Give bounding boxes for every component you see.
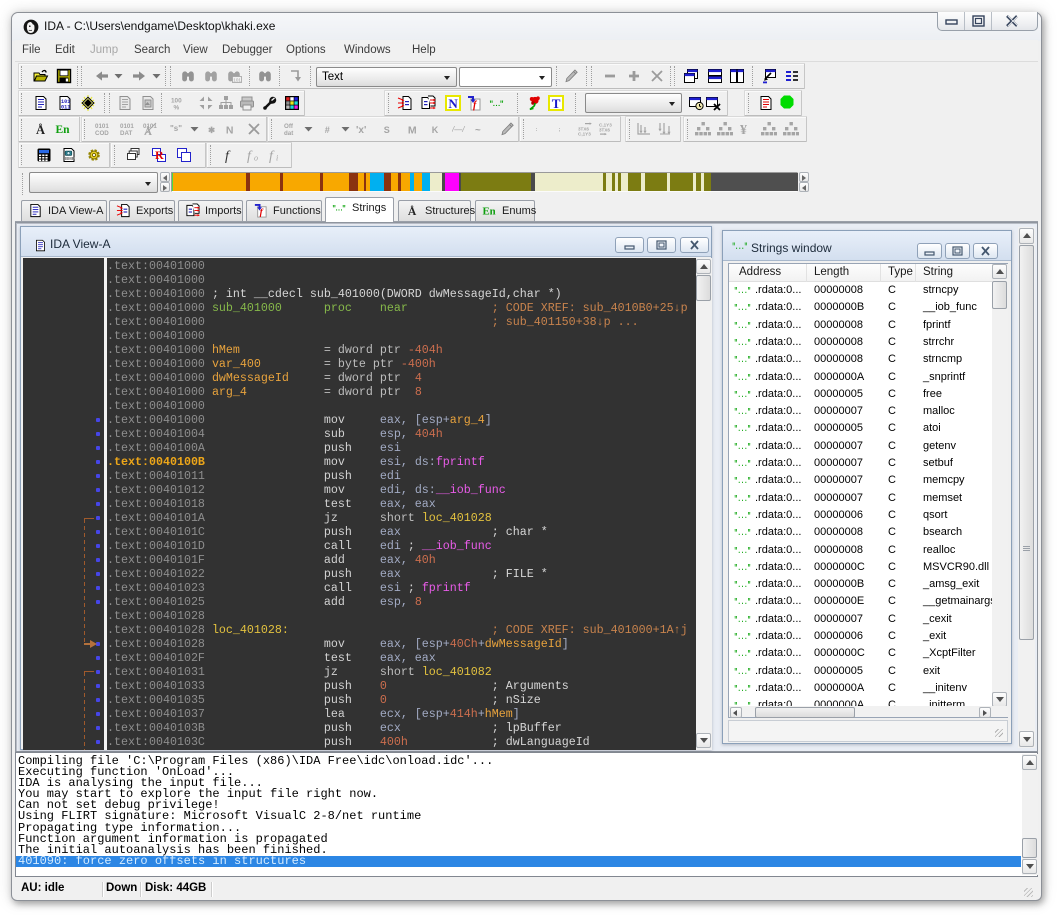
svg-text:%: % (174, 105, 180, 112)
svg-text:0101: 0101 (95, 123, 109, 130)
svg-text:/—/: /—/ (452, 125, 465, 134)
svg-text:N: N (448, 96, 458, 111)
svg-text:#: # (325, 125, 330, 135)
svg-text:BMP: BMP (65, 156, 75, 161)
svg-text:o: o (254, 154, 258, 163)
svg-text:i: i (276, 154, 278, 163)
svg-text:~: ~ (475, 125, 481, 136)
svg-text:0101: 0101 (120, 123, 134, 130)
svg-text:DAT: DAT (120, 130, 132, 137)
svg-text:Off: Off (284, 123, 294, 130)
svg-text:"...": "..." (489, 101, 504, 109)
svg-text:dat: dat (284, 130, 293, 137)
svg-text:K: K (432, 125, 439, 135)
svg-text:¥: ¥ (740, 123, 747, 137)
svg-text:En: En (56, 124, 71, 136)
svg-text:f: f (269, 149, 275, 163)
svg-text:COD: COD (95, 130, 109, 137)
svg-text:011: 011 (61, 104, 70, 110)
svg-text:S: S (384, 125, 390, 135)
svg-text:3TX6: 3TX6 (599, 128, 610, 133)
svg-text:"...": "..." (332, 205, 346, 213)
svg-text:100: 100 (171, 98, 182, 105)
svg-text::: : (536, 127, 538, 133)
svg-text:✱: ✱ (208, 126, 215, 135)
svg-text:f: f (247, 149, 253, 163)
svg-text:"s": "s" (170, 124, 182, 133)
svg-text:;: ; (559, 127, 561, 133)
svg-text:N: N (226, 124, 234, 136)
svg-text:'x': 'x' (356, 125, 366, 136)
svg-text:f: f (225, 149, 231, 163)
svg-text:Å: Å (408, 204, 417, 218)
svg-text:R: R (155, 148, 164, 162)
svg-text:En: En (482, 205, 495, 217)
svg-text:Å: Å (36, 123, 45, 137)
svg-text:T: T (552, 96, 561, 111)
svg-text:101: 101 (233, 77, 241, 82)
svg-text:C,1Y3: C,1Y3 (578, 132, 591, 137)
svg-text:M: M (408, 124, 417, 136)
